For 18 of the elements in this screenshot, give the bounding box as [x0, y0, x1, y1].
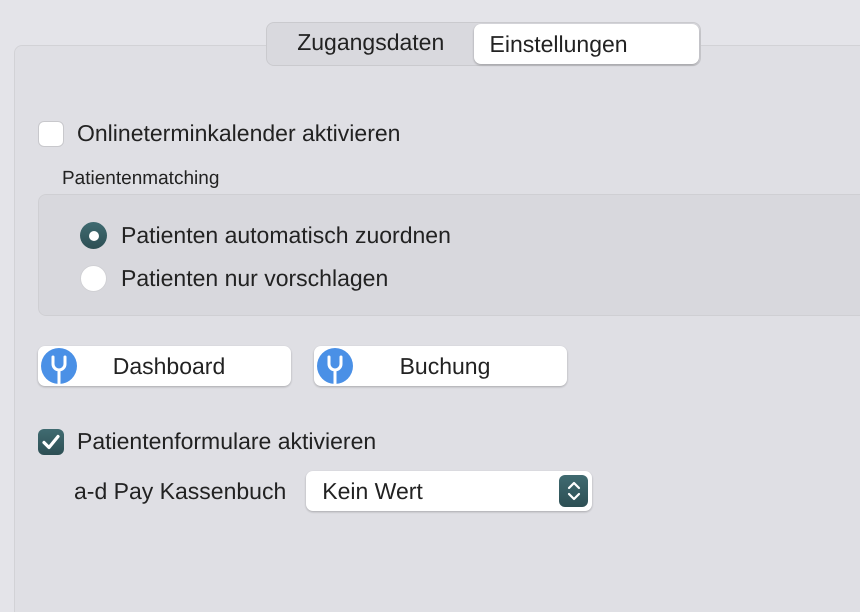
- group-title: Patientenmatching: [62, 168, 220, 190]
- app-button[interactable]: Buchung: [314, 346, 567, 386]
- radio-label: Patienten automatisch zuordnen: [121, 222, 451, 249]
- stethoscope-icon: [41, 348, 77, 384]
- radio-button[interactable]: [80, 222, 107, 249]
- field-label: a-d Pay Kassenbuch: [74, 478, 286, 504]
- radio-label: Patienten nur vorschlagen: [121, 265, 388, 292]
- checkbox-label: Patientenformulare aktivieren: [77, 428, 376, 455]
- stethoscope-icon: [317, 348, 353, 384]
- app-button[interactable]: Dashboard: [38, 346, 291, 386]
- popup-select[interactable]: Kein Wert: [306, 471, 592, 511]
- checkbox[interactable]: [38, 428, 64, 454]
- radio-button[interactable]: [80, 265, 107, 292]
- checkbox-label: Onlineterminkalender aktivieren: [77, 120, 400, 147]
- stepper-icon: [559, 475, 588, 507]
- checkbox[interactable]: [38, 120, 64, 146]
- tab[interactable]: Zugangsdaten: [268, 24, 474, 61]
- tab[interactable]: Einstellungen: [474, 24, 699, 64]
